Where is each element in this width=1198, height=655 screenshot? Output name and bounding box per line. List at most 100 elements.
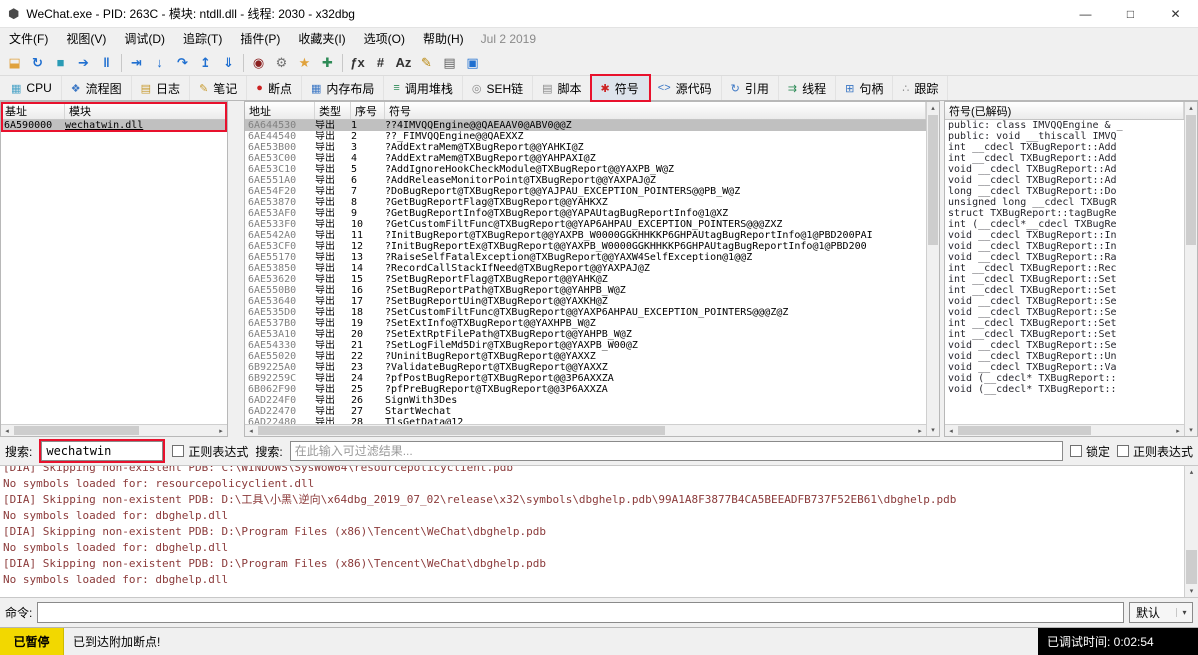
menu-trace[interactable]: 追踪(T) [174,28,231,50]
tab-breakpoints[interactable]: ●断点 [247,76,302,100]
terminal-icon[interactable]: ▣ [461,52,484,74]
symbol-row[interactable]: 6AE53CF0导出12?InitBugReportEx@TXBugReport… [245,241,926,252]
scroll-right-arrow[interactable]: ▸ [914,425,926,436]
scroll-left-arrow[interactable]: ◂ [245,425,257,436]
scrollbar-track[interactable] [1185,114,1197,424]
scrollbar-thumb[interactable] [14,426,139,435]
symbol-row[interactable]: 6AE55020导出22?UninitBugReport@TXBugReport… [245,351,926,362]
menu-file[interactable]: 文件(F) [0,28,57,50]
pause-icon[interactable]: ‖ [95,52,118,74]
open-file-icon[interactable]: ⬓ [3,52,26,74]
highlight-icon[interactable]: ✎ [415,52,438,74]
scylla-icon[interactable]: ✚ [316,52,339,74]
tab-memory-map[interactable]: ▦内存布局 [302,76,384,100]
skip-icon[interactable]: ⇓ [217,52,240,74]
symbol-row[interactable]: 6AE537B0导出19?SetExtInfo@TXBugReport@@YAX… [245,318,926,329]
symbol-row[interactable]: 6AE54330导出21?SetLogFileMd5Dir@TXBugRepor… [245,340,926,351]
symbol-row[interactable]: 6AE53A10导出20?SetExtRptFilePath@TXBugRepo… [245,329,926,340]
symbol-row[interactable]: 6AD224F0导出26SignWith3Des [245,395,926,406]
symbol-row[interactable]: 6AD22480导出28TlsGetData@12 [245,417,926,424]
scroll-down-arrow[interactable]: ▾ [1185,585,1198,597]
scrollbar-thumb[interactable] [958,426,1091,435]
hash-icon[interactable]: # [369,52,392,74]
maximize-button[interactable]: □ [1108,0,1153,27]
title-bar[interactable]: ⬢ WeChat.exe - PID: 263C - 模块: ntdll.dll… [0,0,1198,28]
trace-record-icon[interactable]: ◉ [247,52,270,74]
settings-gear-icon[interactable]: ⚙ [270,52,293,74]
symbol-row[interactable]: 6AE53AF0导出9?GetBugReportInfo@TXBugReport… [245,208,926,219]
scroll-left-arrow[interactable]: ◂ [945,425,957,436]
stop-icon[interactable]: ■ [49,52,72,74]
tab-log[interactable]: ▤日志 [132,76,190,100]
symbol-regex-checkbox[interactable]: 正则表达式 [1117,443,1193,460]
modules-hscrollbar[interactable]: ◂ ▸ [1,424,227,436]
menu-help[interactable]: 帮助(H) [414,28,473,50]
symbol-row[interactable]: 6AE53870导出8?GetBugReportFlag@TXBugReport… [245,197,926,208]
menu-plugins[interactable]: 插件(P) [231,28,289,50]
scroll-up-arrow[interactable]: ▴ [927,102,939,114]
scrollbar-track[interactable] [957,425,1172,436]
symbol-row[interactable]: 6AE550B0导出16?SetBugReportPath@TXBugRepor… [245,285,926,296]
tab-call-stack[interactable]: ≡调用堆栈 [384,76,462,100]
symbol-row[interactable]: 6AD22470导出27StartWechat [245,406,926,417]
memory-layout-icon[interactable]: ▤ [438,52,461,74]
run-to-user-icon[interactable]: ⇥ [125,52,148,74]
module-regex-checkbox[interactable]: 正则表达式 [172,443,248,460]
step-over-icon[interactable]: ↷ [171,52,194,74]
scrollbar-track[interactable] [927,114,939,424]
tab-script[interactable]: ▤脚本 [533,76,591,100]
symbol-row[interactable]: 6B9225A0导出23?ValidateBugReport@TXBugRepo… [245,362,926,373]
symbol-row[interactable]: 6AE53640导出17?SetBugReportUin@TXBugReport… [245,296,926,307]
symbols-header-type[interactable]: 类型 [315,102,351,119]
undecorated-hscrollbar[interactable]: ◂ ▸ [945,424,1184,436]
tab-symbols[interactable]: ✱符号 [592,76,649,100]
scrollbar-track[interactable] [13,425,215,436]
module-search-input[interactable] [41,441,163,461]
tab-notes[interactable]: ✎笔记 [190,76,247,100]
symbol-row[interactable]: 6AE53C10导出5?AddIgnoreHookCheckModule@TXB… [245,164,926,175]
scroll-down-arrow[interactable]: ▾ [1185,424,1197,436]
module-row[interactable]: 6A590000wechatwin.dll [1,120,227,131]
menu-options[interactable]: 选项(O) [355,28,414,50]
symbol-row[interactable]: 6AE55170导出13?RaiseSelfFatalException@TXB… [245,252,926,263]
symbols-header-ordinal[interactable]: 序号 [351,102,385,119]
menu-view[interactable]: 视图(V) [57,28,115,50]
scroll-right-arrow[interactable]: ▸ [215,425,227,436]
symbol-row[interactable]: 6A644530导出1??4IMVQQEngine@@QAEAAV0@ABV0@… [245,120,926,131]
close-button[interactable]: ✕ [1153,0,1198,27]
menu-favourites[interactable]: 收藏夹(I) [289,28,354,50]
restart-icon[interactable]: ↻ [26,52,49,74]
symbol-row[interactable]: 6AE53B00导出3?AddExtraMem@TXBugReport@@YAH… [245,142,926,153]
log-vscrollbar[interactable]: ▴ ▾ [1184,466,1198,597]
step-out-icon[interactable]: ↥ [194,52,217,74]
symbol-row[interactable]: 6AE533F0导出10?GetCustomFiltFunc@TXBugRepo… [245,219,926,230]
tab-source[interactable]: <>源代码 [649,76,722,100]
tab-graph[interactable]: ❖流程图 [62,76,132,100]
symbol-row[interactable]: 6AE53C00导出4?AddExtraMem@TXBugReport@@YAH… [245,153,926,164]
symbols-header-symbol[interactable]: 符号 [385,102,926,119]
minimize-button[interactable]: — [1063,0,1108,27]
run-icon[interactable]: ➔ [72,52,95,74]
symbols-hscrollbar[interactable]: ◂ ▸ [245,424,926,436]
scroll-up-arrow[interactable]: ▴ [1185,466,1198,478]
symbol-row[interactable]: 6AE535D0导出18?SetCustomFiltFunc@TXBugRepo… [245,307,926,318]
tab-threads[interactable]: ⇉线程 [779,76,836,100]
menu-debug[interactable]: 调试(D) [115,28,174,50]
undecorated-header-label[interactable]: 符号(已解码) [945,102,1184,119]
scrollbar-thumb[interactable] [258,426,665,435]
scroll-up-arrow[interactable]: ▴ [1185,102,1197,114]
scrollbar-track[interactable] [257,425,914,436]
symbols-vscrollbar[interactable]: ▴ ▾ [926,102,939,436]
symbol-row[interactable]: 6B062F90导出25?pfPreBugReport@TXBugReport@… [245,384,926,395]
symbol-row[interactable]: 6AE551A0导出6?AddReleaseMonitorPoint@TXBug… [245,175,926,186]
modules-header-base[interactable]: 基址 [1,102,65,119]
scrollbar-thumb[interactable] [928,115,938,245]
command-input[interactable] [37,602,1124,623]
step-into-icon[interactable]: ↓ [148,52,171,74]
symbol-lock-checkbox[interactable]: 锁定 [1070,443,1110,460]
modules-header-module[interactable]: 模块 [65,102,227,119]
tab-cpu[interactable]: ▦CPU [2,76,62,100]
scroll-right-arrow[interactable]: ▸ [1172,425,1184,436]
symbols-header-address[interactable]: 地址 [245,102,315,119]
font-icon[interactable]: Az [392,52,415,74]
